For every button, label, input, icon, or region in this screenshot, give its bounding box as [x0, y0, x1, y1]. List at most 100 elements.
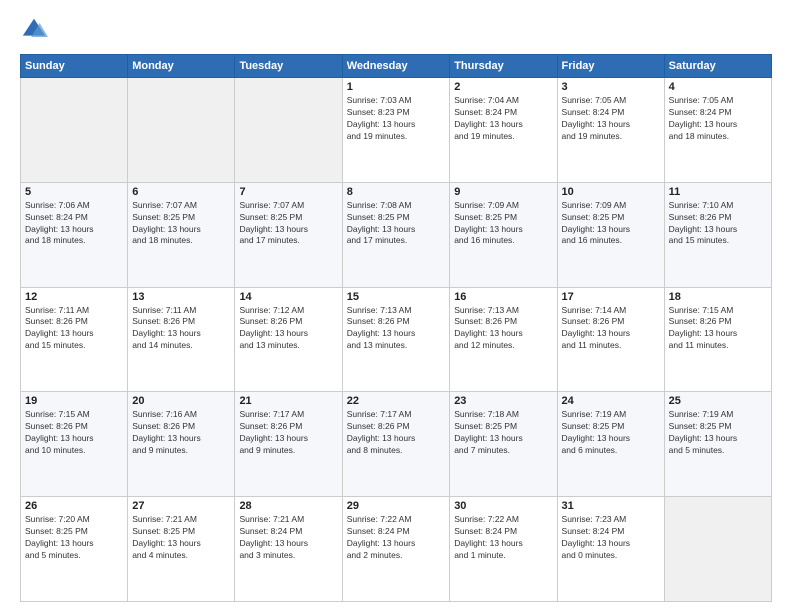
- day-info: Sunrise: 7:06 AM Sunset: 8:24 PM Dayligh…: [25, 200, 123, 248]
- day-number: 21: [239, 395, 337, 407]
- day-info: Sunrise: 7:07 AM Sunset: 8:25 PM Dayligh…: [132, 200, 230, 248]
- day-info: Sunrise: 7:08 AM Sunset: 8:25 PM Dayligh…: [347, 200, 445, 248]
- day-cell: 7Sunrise: 7:07 AM Sunset: 8:25 PM Daylig…: [235, 182, 342, 287]
- day-cell: 23 Sunrise: 7:18 AM Sunset: 8:25 PM Dayli…: [450, 392, 557, 497]
- day-number: 28: [239, 500, 337, 512]
- day-info: Sunrise: 7:22 AM Sunset: 8:24 PM Dayligh…: [454, 514, 552, 562]
- day-cell: 10 Sunrise: 7:09 AM Sunset: 8:25 PM Dayli…: [557, 182, 664, 287]
- day-cell: 11 Sunrise: 7:10 AM Sunset: 8:26 PM Dayli…: [664, 182, 771, 287]
- day-info: Sunrise: 7:21 AM Sunset: 8:25 PM Dayligh…: [132, 514, 230, 562]
- day-number: 10: [562, 186, 660, 198]
- weekday-header-sunday: Sunday: [21, 55, 128, 78]
- day-number: 13: [132, 291, 230, 303]
- day-number: 16: [454, 291, 552, 303]
- day-number: 25: [669, 395, 767, 407]
- day-cell: 16Sunrise: 7:13 AM Sunset: 8:26 PM Dayli…: [450, 287, 557, 392]
- week-row-4: 19 Sunrise: 7:15 AM Sunset: 8:26 PM Dayli…: [21, 392, 772, 497]
- day-info: Sunrise: 7:15 AM Sunset: 8:26 PM Dayligh…: [25, 409, 123, 457]
- day-number: 17: [562, 291, 660, 303]
- day-cell: 6 Sunrise: 7:07 AM Sunset: 8:25 PM Daylig…: [128, 182, 235, 287]
- day-info: Sunrise: 7:15 AM Sunset: 8:26 PM Dayligh…: [669, 305, 767, 353]
- day-number: 8: [347, 186, 445, 198]
- day-info: Sunrise: 7:13 AM Sunset: 8:26 PM Dayligh…: [347, 305, 445, 353]
- day-info: Sunrise: 7:05 AM Sunset: 8:24 PM Dayligh…: [669, 95, 767, 143]
- day-number: 3: [562, 81, 660, 93]
- day-number: 9: [454, 186, 552, 198]
- day-cell: 13 Sunrise: 7:11 AM Sunset: 8:26 PM Dayli…: [128, 287, 235, 392]
- day-cell: 25 Sunrise: 7:19 AM Sunset: 8:25 PM Dayli…: [664, 392, 771, 497]
- page: SundayMondayTuesdayWednesdayThursdayFrid…: [0, 0, 792, 612]
- day-cell: 3 Sunrise: 7:05 AM Sunset: 8:24 PM Daylig…: [557, 78, 664, 183]
- logo: [20, 16, 52, 44]
- day-info: Sunrise: 7:04 AM Sunset: 8:24 PM Dayligh…: [454, 95, 552, 143]
- day-number: 26: [25, 500, 123, 512]
- day-cell: 5 Sunrise: 7:06 AM Sunset: 8:24 PM Daylig…: [21, 182, 128, 287]
- day-info: Sunrise: 7:20 AM Sunset: 8:25 PM Dayligh…: [25, 514, 123, 562]
- day-number: 20: [132, 395, 230, 407]
- day-number: 5: [25, 186, 123, 198]
- day-cell: 30Sunrise: 7:22 AM Sunset: 8:24 PM Dayli…: [450, 497, 557, 602]
- day-info: Sunrise: 7:17 AM Sunset: 8:26 PM Dayligh…: [239, 409, 337, 457]
- day-cell: 18Sunrise: 7:15 AM Sunset: 8:26 PM Dayli…: [664, 287, 771, 392]
- day-info: Sunrise: 7:19 AM Sunset: 8:25 PM Dayligh…: [562, 409, 660, 457]
- day-info: Sunrise: 7:16 AM Sunset: 8:26 PM Dayligh…: [132, 409, 230, 457]
- day-cell: 14 Sunrise: 7:12 AM Sunset: 8:26 PM Dayli…: [235, 287, 342, 392]
- day-info: Sunrise: 7:11 AM Sunset: 8:26 PM Dayligh…: [132, 305, 230, 353]
- day-info: Sunrise: 7:05 AM Sunset: 8:24 PM Dayligh…: [562, 95, 660, 143]
- day-info: Sunrise: 7:18 AM Sunset: 8:25 PM Dayligh…: [454, 409, 552, 457]
- week-row-2: 5 Sunrise: 7:06 AM Sunset: 8:24 PM Daylig…: [21, 182, 772, 287]
- week-row-1: 1Sunrise: 7:03 AM Sunset: 8:23 PM Daylig…: [21, 78, 772, 183]
- day-cell: 28 Sunrise: 7:21 AM Sunset: 8:24 PM Dayli…: [235, 497, 342, 602]
- day-cell: 9 Sunrise: 7:09 AM Sunset: 8:25 PM Daylig…: [450, 182, 557, 287]
- day-cell: [21, 78, 128, 183]
- day-info: Sunrise: 7:17 AM Sunset: 8:26 PM Dayligh…: [347, 409, 445, 457]
- weekday-header-monday: Monday: [128, 55, 235, 78]
- day-info: Sunrise: 7:09 AM Sunset: 8:25 PM Dayligh…: [562, 200, 660, 248]
- day-cell: 22 Sunrise: 7:17 AM Sunset: 8:26 PM Dayli…: [342, 392, 449, 497]
- day-cell: 21 Sunrise: 7:17 AM Sunset: 8:26 PM Dayli…: [235, 392, 342, 497]
- day-info: Sunrise: 7:03 AM Sunset: 8:23 PM Dayligh…: [347, 95, 445, 143]
- day-cell: 17 Sunrise: 7:14 AM Sunset: 8:26 PM Dayli…: [557, 287, 664, 392]
- calendar: SundayMondayTuesdayWednesdayThursdayFrid…: [20, 54, 772, 602]
- day-info: Sunrise: 7:07 AM Sunset: 8:25 PM Dayligh…: [239, 200, 337, 248]
- day-cell: 27Sunrise: 7:21 AM Sunset: 8:25 PM Dayli…: [128, 497, 235, 602]
- day-number: 19: [25, 395, 123, 407]
- week-row-5: 26 Sunrise: 7:20 AM Sunset: 8:25 PM Dayli…: [21, 497, 772, 602]
- weekday-header-row: SundayMondayTuesdayWednesdayThursdayFrid…: [21, 55, 772, 78]
- day-cell: 31Sunrise: 7:23 AM Sunset: 8:24 PM Dayli…: [557, 497, 664, 602]
- day-cell: 20 Sunrise: 7:16 AM Sunset: 8:26 PM Dayli…: [128, 392, 235, 497]
- day-info: Sunrise: 7:22 AM Sunset: 8:24 PM Dayligh…: [347, 514, 445, 562]
- weekday-header-tuesday: Tuesday: [235, 55, 342, 78]
- day-cell: 2 Sunrise: 7:04 AM Sunset: 8:24 PM Daylig…: [450, 78, 557, 183]
- day-number: 24: [562, 395, 660, 407]
- day-number: 6: [132, 186, 230, 198]
- weekday-header-thursday: Thursday: [450, 55, 557, 78]
- day-info: Sunrise: 7:11 AM Sunset: 8:26 PM Dayligh…: [25, 305, 123, 353]
- day-cell: 8 Sunrise: 7:08 AM Sunset: 8:25 PM Daylig…: [342, 182, 449, 287]
- day-cell: 24 Sunrise: 7:19 AM Sunset: 8:25 PM Dayli…: [557, 392, 664, 497]
- day-info: Sunrise: 7:14 AM Sunset: 8:26 PM Dayligh…: [562, 305, 660, 353]
- day-number: 23: [454, 395, 552, 407]
- weekday-header-wednesday: Wednesday: [342, 55, 449, 78]
- day-cell: [128, 78, 235, 183]
- day-cell: 19 Sunrise: 7:15 AM Sunset: 8:26 PM Dayli…: [21, 392, 128, 497]
- day-number: 4: [669, 81, 767, 93]
- day-info: Sunrise: 7:12 AM Sunset: 8:26 PM Dayligh…: [239, 305, 337, 353]
- day-info: Sunrise: 7:09 AM Sunset: 8:25 PM Dayligh…: [454, 200, 552, 248]
- day-cell: 4 Sunrise: 7:05 AM Sunset: 8:24 PM Daylig…: [664, 78, 771, 183]
- day-number: 22: [347, 395, 445, 407]
- day-cell: 12Sunrise: 7:11 AM Sunset: 8:26 PM Dayli…: [21, 287, 128, 392]
- day-number: 29: [347, 500, 445, 512]
- weekday-header-friday: Friday: [557, 55, 664, 78]
- day-info: Sunrise: 7:10 AM Sunset: 8:26 PM Dayligh…: [669, 200, 767, 248]
- day-number: 31: [562, 500, 660, 512]
- day-number: 14: [239, 291, 337, 303]
- week-row-3: 12Sunrise: 7:11 AM Sunset: 8:26 PM Dayli…: [21, 287, 772, 392]
- day-number: 11: [669, 186, 767, 198]
- day-number: 2: [454, 81, 552, 93]
- day-cell: 1Sunrise: 7:03 AM Sunset: 8:23 PM Daylig…: [342, 78, 449, 183]
- logo-icon: [20, 16, 48, 44]
- day-cell: 15Sunrise: 7:13 AM Sunset: 8:26 PM Dayli…: [342, 287, 449, 392]
- day-info: Sunrise: 7:21 AM Sunset: 8:24 PM Dayligh…: [239, 514, 337, 562]
- day-info: Sunrise: 7:19 AM Sunset: 8:25 PM Dayligh…: [669, 409, 767, 457]
